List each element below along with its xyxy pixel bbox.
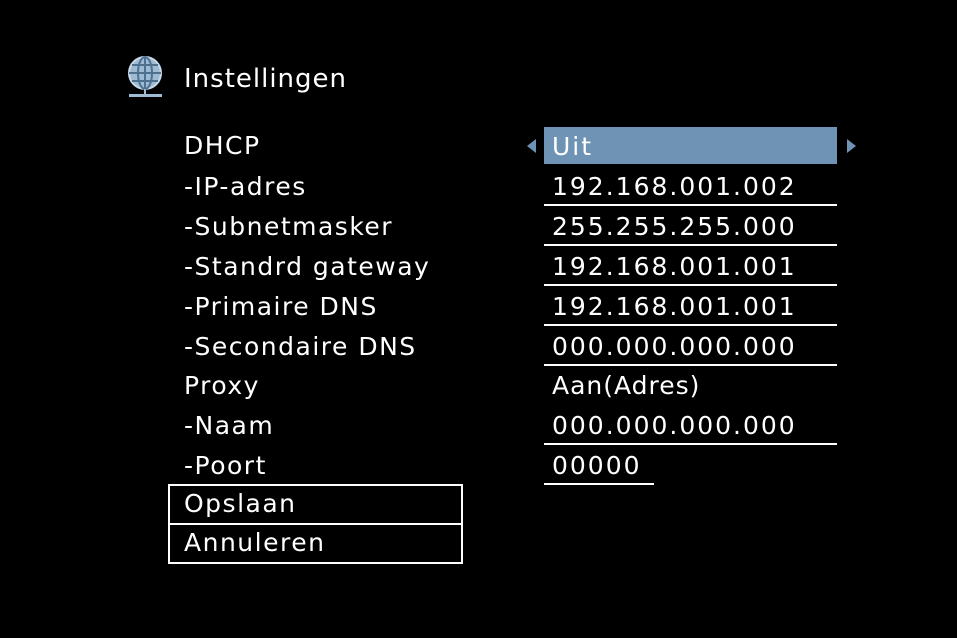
cancel-button[interactable]: Annuleren bbox=[168, 523, 463, 564]
save-button-label: Opslaan bbox=[184, 489, 297, 518]
proxy-name-underline bbox=[544, 443, 837, 445]
subnet-mask-label: -Subnetmasker bbox=[184, 212, 394, 241]
primary-dns-label: -Primaire DNS bbox=[184, 292, 378, 321]
subnet-mask-field[interactable]: 255.255.255.000 bbox=[552, 212, 797, 242]
proxy-port-label: -Poort bbox=[184, 451, 267, 480]
arrow-right-icon[interactable] bbox=[847, 139, 856, 153]
globe-icon bbox=[128, 56, 162, 97]
default-gateway-label: -Standrd gateway bbox=[184, 252, 431, 281]
ip-address-label: -IP-adres bbox=[184, 172, 307, 201]
dhcp-value: Uit bbox=[552, 132, 594, 161]
subnet-mask-underline bbox=[544, 244, 837, 246]
secondary-dns-underline bbox=[544, 364, 837, 366]
save-button[interactable]: Opslaan bbox=[168, 484, 463, 525]
secondary-dns-field[interactable]: 000.000.000.000 bbox=[552, 332, 797, 362]
proxy-value[interactable]: Aan(Adres) bbox=[552, 371, 700, 401]
network-settings-screen: Instellingen DHCP Uit -IP-adres 192.168.… bbox=[0, 0, 957, 638]
arrow-left-icon[interactable] bbox=[527, 139, 536, 153]
proxy-name-label: -Naam bbox=[184, 411, 275, 440]
secondary-dns-label: -Secondaire DNS bbox=[184, 332, 417, 361]
proxy-label: Proxy bbox=[184, 371, 260, 400]
primary-dns-field[interactable]: 192.168.001.001 bbox=[552, 292, 797, 322]
primary-dns-underline bbox=[544, 324, 837, 326]
ip-address-field[interactable]: 192.168.001.002 bbox=[552, 172, 797, 202]
default-gateway-field[interactable]: 192.168.001.001 bbox=[552, 252, 797, 282]
proxy-port-underline bbox=[544, 483, 654, 485]
proxy-name-field[interactable]: 000.000.000.000 bbox=[552, 411, 797, 441]
default-gateway-underline bbox=[544, 284, 837, 286]
page-title: Instellingen bbox=[184, 64, 348, 94]
proxy-port-field[interactable]: 00000 bbox=[552, 451, 642, 481]
ip-address-underline bbox=[544, 204, 837, 206]
cancel-button-label: Annuleren bbox=[184, 528, 326, 557]
dhcp-label: DHCP bbox=[184, 131, 261, 160]
